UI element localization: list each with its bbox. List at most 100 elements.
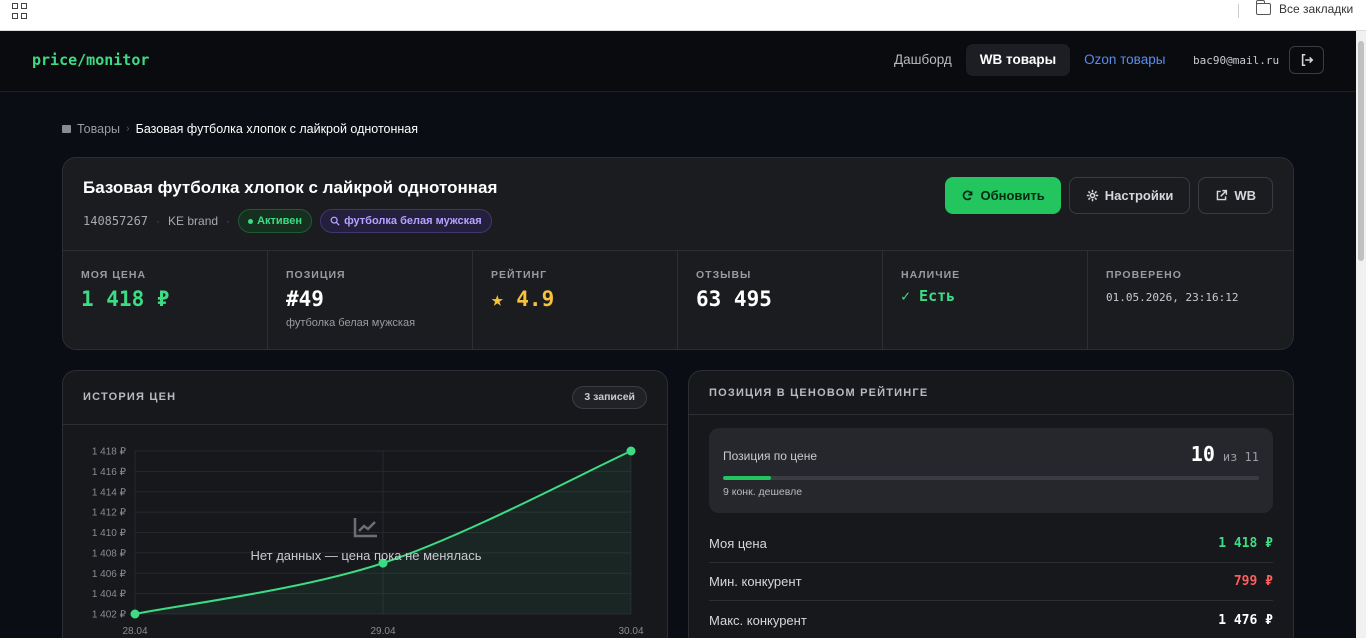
price-row-label: Моя цена	[709, 536, 767, 551]
app-header: price/monitor Дашборд WB товары Ozon тов…	[0, 31, 1356, 92]
y-tick-label: 1 402 ₽	[92, 610, 127, 621]
x-tick-label: 29.04	[370, 626, 395, 637]
settings-button[interactable]: Настройки	[1068, 177, 1191, 214]
price-point	[130, 609, 140, 619]
stat-value: ★ 4.9	[491, 287, 555, 311]
product-card: Базовая футболка хлопок с лайкрой одното…	[62, 157, 1294, 350]
stat-label: ПРОВЕРЕНО	[1106, 269, 1182, 281]
meta-separator: ·	[156, 214, 161, 228]
my-price-row: Моя цена 1 418 ₽	[709, 525, 1273, 563]
stat-value: 63 495	[696, 287, 772, 311]
price-point	[626, 446, 636, 456]
chart-line-icon	[353, 518, 377, 538]
folder-icon	[1255, 0, 1271, 15]
stat-label: ОТЗЫВЫ	[696, 269, 752, 281]
stat-label: НАЛИЧИЕ	[901, 269, 961, 281]
bookmarks-bar: Все закладки	[0, 0, 1366, 31]
query-badge-label: футболка белая мужская	[344, 215, 482, 227]
stat-my-price: МОЯ ЦЕНА 1 418 ₽	[63, 251, 268, 349]
stat-label: МОЯ ЦЕНА	[81, 269, 147, 281]
logout-button[interactable]	[1289, 46, 1324, 74]
all-bookmarks-label: Все закладки	[1279, 2, 1354, 16]
stat-position: ПОЗИЦИЯ #49 футболка белая мужская	[268, 251, 473, 349]
min-competitor-row: Мин. конкурент 799 ₽	[709, 563, 1273, 601]
price-position-number: 10	[1190, 442, 1215, 466]
stat-checked: ПРОВЕРЕНО 01.05.2026, 23:16:12	[1088, 251, 1293, 349]
stat-sub: футболка белая мужская	[286, 317, 416, 329]
price-history-title: ИСТОРИЯ ЦЕН	[83, 391, 177, 403]
product-brand: KE brand	[168, 214, 219, 228]
settings-button-label: Настройки	[1104, 188, 1174, 203]
meta-separator: ·	[226, 214, 231, 228]
gear-icon	[1086, 189, 1098, 202]
product-title: Базовая футболка хлопок с лайкрой одното…	[83, 178, 498, 197]
product-meta: 140857267 · KE brand · Активен футболка …	[83, 209, 492, 233]
max-competitor-row: Макс. конкурент 1 476 ₽	[709, 602, 1273, 638]
stat-value: ✓ Есть	[901, 287, 956, 305]
y-tick-label: 1 410 ₽	[92, 528, 127, 539]
x-tick-label: 30.04	[618, 626, 643, 637]
stat-label: РЕЙТИНГ	[491, 269, 548, 281]
card-divider	[689, 414, 1293, 415]
bookmarks-separator	[1238, 4, 1239, 18]
price-position-label: Позиция по цене	[723, 449, 817, 463]
price-row-value: 799 ₽	[1233, 574, 1273, 589]
refresh-button-label: Обновить	[980, 188, 1045, 203]
product-sku: 140857267	[83, 214, 149, 228]
price-position-progress	[723, 476, 1259, 480]
y-tick-label: 1 404 ₽	[92, 589, 127, 600]
chart-empty-text: Нет данных — цена пока не менялась	[250, 548, 482, 563]
stat-reviews: ОТЗЫВЫ 63 495	[678, 251, 883, 349]
logout-icon	[1301, 53, 1313, 67]
nav-ozon-products[interactable]: Ozon товары	[1070, 44, 1179, 76]
x-tick-label: 28.04	[122, 626, 147, 637]
y-tick-label: 1 412 ₽	[92, 508, 127, 519]
refresh-button[interactable]: Обновить	[945, 177, 1061, 214]
price-row-label: Макс. конкурент	[709, 613, 807, 628]
open-wb-button[interactable]: WB	[1198, 177, 1273, 214]
all-bookmarks-button[interactable]: Все закладки	[1255, 0, 1354, 16]
refresh-icon	[963, 190, 973, 201]
price-position-progress-fill	[723, 476, 772, 480]
page-scrollbar[interactable]	[1356, 31, 1366, 638]
price-row-label: Мин. конкурент	[709, 574, 802, 589]
breadcrumb-products-link[interactable]: Товары	[77, 122, 120, 136]
query-badge[interactable]: футболка белая мужская	[320, 209, 492, 233]
competitors-cheaper-text: 9 конк. дешевле	[723, 486, 803, 498]
price-rating-card: ПОЗИЦИЯ В ЦЕНОВОМ РЕЙТИНГЕ Позиция по це…	[688, 370, 1294, 638]
price-history-card: ИСТОРИЯ ЦЕН 3 записей 1 402 ₽ 1 404 ₽ 1 40…	[62, 370, 668, 638]
box-icon	[62, 125, 71, 133]
price-position-box: Позиция по цене 10 из 11 9 конк. дешевле	[709, 428, 1273, 513]
breadcrumb: Товары › Базовая футболка хлопок с лайкр…	[62, 122, 418, 136]
main-nav: Дашборд WB товары Ozon товары	[880, 44, 1179, 76]
records-count-badge: 3 записей	[572, 386, 647, 409]
status-badge-label: Активен	[257, 215, 303, 227]
breadcrumb-chevron-icon: ›	[126, 123, 130, 135]
y-tick-label: 1 418 ₽	[92, 447, 127, 458]
apps-grid-icon[interactable]	[12, 3, 28, 19]
stat-value: 1 418 ₽	[81, 287, 170, 311]
stat-availability: НАЛИЧИЕ ✓ Есть	[883, 251, 1088, 349]
product-actions: Обновить Настройки WB	[945, 177, 1273, 214]
price-position-total: из 11	[1222, 450, 1259, 464]
scrollbar-thumb[interactable]	[1358, 41, 1364, 261]
price-rating-title: ПОЗИЦИЯ В ЦЕНОВОМ РЕЙТИНГЕ	[709, 387, 929, 399]
y-tick-label: 1 406 ₽	[92, 569, 127, 580]
y-tick-label: 1 416 ₽	[92, 467, 127, 478]
status-dot-icon	[248, 218, 254, 224]
product-stats: МОЯ ЦЕНА 1 418 ₽ ПОЗИЦИЯ #49 футболка бе…	[63, 250, 1293, 349]
open-wb-button-label: WB	[1234, 188, 1256, 203]
nav-dashboard[interactable]: Дашборд	[880, 44, 966, 76]
breadcrumb-current: Базовая футболка хлопок с лайкрой одното…	[135, 122, 419, 136]
search-icon	[330, 216, 340, 226]
stat-rating: РЕЙТИНГ ★ 4.9	[473, 251, 678, 349]
status-badge: Активен	[238, 209, 313, 233]
stat-label: ПОЗИЦИЯ	[286, 269, 346, 281]
y-tick-label: 1 414 ₽	[92, 487, 127, 498]
stat-value: #49	[286, 287, 324, 311]
app-logo[interactable]: price/monitor	[32, 51, 149, 69]
external-link-icon	[1217, 189, 1228, 201]
stat-value: 01.05.2026, 23:16:12	[1106, 291, 1239, 304]
nav-wb-products[interactable]: WB товары	[965, 44, 1071, 76]
price-row-value: 1 418 ₽	[1218, 536, 1273, 551]
